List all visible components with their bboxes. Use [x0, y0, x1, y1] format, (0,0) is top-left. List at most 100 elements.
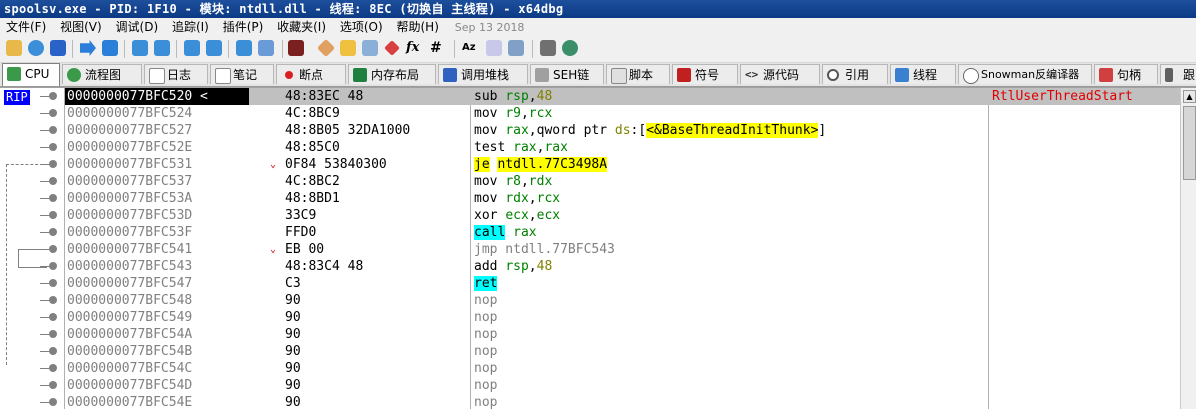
instruction-row[interactable]: 0000000077BFC53F FFD0 call rax: [0, 224, 1180, 241]
disassembly-view[interactable]: RIP 0000000077BFC520 <48:83EC 48 sub rsp,…: [0, 87, 1196, 409]
tab-references[interactable]: 引用: [822, 64, 888, 84]
instruction-row[interactable]: 0000000077BFC541 ⌄ EB 00 jmp ntdll.77BFC543: [0, 241, 1180, 258]
breakpoint-dot-icon[interactable]: [49, 313, 57, 321]
bookmark-icon[interactable]: [362, 40, 378, 56]
breakpoint-dot-icon[interactable]: [49, 262, 57, 270]
breakpoint-dot-icon[interactable]: [49, 194, 57, 202]
snowman-icon: [963, 68, 979, 84]
menu-plugins[interactable]: 插件(P): [223, 20, 264, 34]
tab-cpu[interactable]: CPU: [2, 63, 60, 86]
instruction-row[interactable]: 0000000077BFC548 90 nop: [0, 292, 1180, 309]
pause-icon[interactable]: [102, 40, 118, 56]
tab-notes[interactable]: 笔记: [210, 64, 274, 84]
trace-over-icon[interactable]: [206, 40, 222, 56]
tab-snowman[interactable]: Snowman反编译器: [958, 64, 1092, 84]
instruction-row[interactable]: 0000000077BFC531 ⌄ 0F84 53840300 je ntdll.7…: [0, 156, 1180, 173]
run-icon[interactable]: [80, 40, 96, 56]
tab-trace[interactable]: 跟: [1160, 64, 1196, 84]
font-icon[interactable]: Az: [462, 40, 478, 56]
menu-help[interactable]: 帮助(H): [397, 20, 439, 34]
menu-options[interactable]: 选项(O): [340, 20, 383, 34]
breakpoint-dot-icon[interactable]: [49, 177, 57, 185]
tab-threads[interactable]: 线程: [890, 64, 956, 84]
bytes-cell: 0F84 53840300: [285, 157, 387, 172]
tab-graph[interactable]: 流程图: [62, 64, 142, 84]
breakpoint-dot-icon[interactable]: [49, 143, 57, 151]
instruction-row[interactable]: 0000000077BFC53A 48:8BD1 mov rdx,rcx: [0, 190, 1180, 207]
breakpoint-dot-icon[interactable]: [49, 398, 57, 406]
breakpoint-dot-icon[interactable]: [49, 347, 57, 355]
breakpoint-dot-icon[interactable]: [49, 279, 57, 287]
tab-label: 跟: [1183, 68, 1196, 82]
menu-debug[interactable]: 调试(D): [116, 20, 159, 34]
instruction-row[interactable]: 0000000077BFC549 90 nop: [0, 309, 1180, 326]
tab-seh[interactable]: SEH链: [530, 64, 604, 84]
menu-trace[interactable]: 追踪(I): [172, 20, 209, 34]
address-cell: 0000000077BFC54C: [67, 361, 193, 376]
menu-view[interactable]: 视图(V): [60, 20, 102, 34]
menu-file[interactable]: 文件(F): [6, 20, 46, 34]
instruction-row[interactable]: 0000000077BFC543 48:83C4 48 add rsp,48: [0, 258, 1180, 275]
restart-icon[interactable]: [28, 40, 44, 56]
tab-label: SEH链: [553, 68, 590, 82]
tab-call-stack[interactable]: 调用堆栈: [438, 64, 528, 84]
breakpoint-dot-icon[interactable]: [49, 364, 57, 372]
instruction-row[interactable]: 0000000077BFC537 4C:8BC2 mov r8,rdx: [0, 173, 1180, 190]
bytes-cell: 90: [285, 378, 301, 393]
instruction-row[interactable]: 0000000077BFC524 4C:8BC9 mov r9,rcx: [0, 105, 1180, 122]
patches-icon[interactable]: [508, 40, 524, 56]
comment-icon[interactable]: [316, 38, 336, 58]
stop-icon[interactable]: [50, 40, 66, 56]
instruction-cell: add rsp,48: [474, 259, 553, 274]
tab-symbols[interactable]: 符号: [672, 64, 738, 84]
tab-breakpoints[interactable]: 断点: [276, 64, 346, 84]
breakpoint-dot-icon[interactable]: [49, 330, 57, 338]
symbols-icon: [677, 68, 691, 82]
tab-log[interactable]: 日志: [144, 64, 208, 84]
instruction-row[interactable]: 0000000077BFC547 C3 ret: [0, 275, 1180, 292]
breakpoint-dot-icon[interactable]: [49, 381, 57, 389]
instruction-row[interactable]: 0000000077BFC54A 90 nop: [0, 326, 1180, 343]
breakpoint-icon[interactable]: [384, 40, 400, 56]
breakpoint-dot-icon[interactable]: [49, 296, 57, 304]
about-icon[interactable]: [562, 40, 578, 56]
breakpoint-dot-icon[interactable]: [49, 211, 57, 219]
breakpoint-dot-icon[interactable]: [49, 228, 57, 236]
step-into-icon[interactable]: [132, 40, 148, 56]
tab-memory-map[interactable]: 内存布局: [348, 64, 436, 84]
instruction-cell: mov rax,qword ptr ds:[<&BaseThreadInitTh…: [474, 123, 827, 138]
breakpoint-connector: [40, 232, 49, 233]
breakpoint-dot-icon[interactable]: [49, 160, 57, 168]
script-icon[interactable]: [288, 40, 304, 56]
breakpoint-dot-icon[interactable]: [49, 126, 57, 134]
menu-favourites[interactable]: 收藏夹(I): [277, 20, 326, 34]
hash-icon[interactable]: #: [430, 40, 446, 56]
instruction-row[interactable]: 0000000077BFC54D 90 nop: [0, 377, 1180, 394]
instruction-row[interactable]: 0000000077BFC527 48:8B05 32DA1000 mov rax,…: [0, 122, 1180, 139]
preferences-icon[interactable]: [486, 40, 502, 56]
instruction-row[interactable]: 0000000077BFC52E 48:85C0 test rax,rax: [0, 139, 1180, 156]
vertical-scrollbar[interactable]: ▲: [1180, 88, 1196, 409]
jump-arrow-icon: ⌄: [270, 159, 277, 170]
breakpoint-dot-icon[interactable]: [49, 109, 57, 117]
references-icon: [827, 69, 839, 81]
calculator-icon[interactable]: [540, 40, 556, 56]
scroll-up-icon[interactable]: ▲: [1183, 90, 1196, 103]
label-icon[interactable]: [340, 40, 356, 56]
step-over-icon[interactable]: [154, 40, 170, 56]
scroll-thumb[interactable]: [1183, 106, 1196, 180]
open-icon[interactable]: [6, 40, 22, 56]
trace-into-icon[interactable]: [184, 40, 200, 56]
instruction-row[interactable]: 0000000077BFC53D 33C9 xor ecx,ecx: [0, 207, 1180, 224]
instruction-row[interactable]: 0000000077BFC54B 90 nop: [0, 343, 1180, 360]
breakpoint-dot-icon[interactable]: [49, 245, 57, 253]
instruction-row[interactable]: 0000000077BFC54E 90 nop: [0, 394, 1180, 409]
tab-source[interactable]: <> 源代码: [740, 64, 820, 84]
function-icon[interactable]: fx: [406, 40, 422, 56]
execute-till-return-icon[interactable]: [236, 40, 252, 56]
tab-handles[interactable]: 句柄: [1094, 64, 1158, 84]
instruction-row[interactable]: 0000000077BFC54C 90 nop: [0, 360, 1180, 377]
tab-script[interactable]: 脚本: [606, 64, 670, 84]
instruction-cell: test rax,rax: [474, 140, 568, 155]
run-to-user-code-icon[interactable]: [258, 40, 274, 56]
